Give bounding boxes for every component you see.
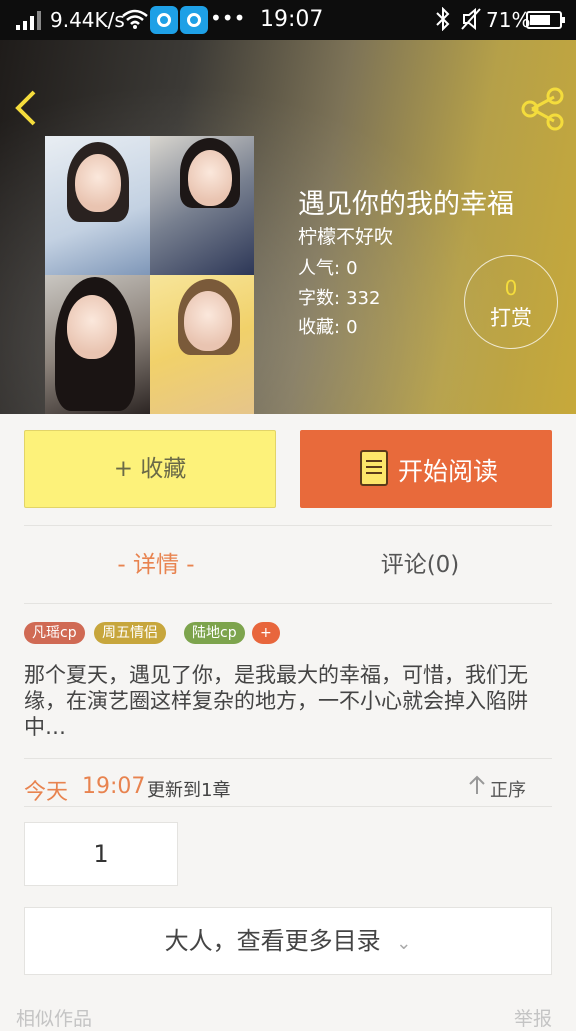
reward-count: 0 — [504, 276, 518, 300]
more-notifications-icon: ••• — [210, 6, 246, 30]
battery-percentage: 71% — [486, 8, 531, 32]
book-cover[interactable] — [45, 136, 254, 414]
divider — [24, 806, 552, 807]
cover-photo — [149, 136, 254, 275]
similar-works-heading: 相似作品 — [16, 1008, 93, 1030]
divider — [24, 525, 552, 526]
wifi-icon — [122, 9, 148, 29]
signal-icon — [16, 11, 41, 30]
add-tag-button[interactable]: + — [252, 622, 280, 644]
favorites-stat: 收藏: 0 — [298, 317, 358, 338]
tab-comments[interactable]: 评论(0) — [288, 545, 552, 579]
book-author[interactable]: 柠檬不好吹 — [298, 222, 393, 249]
app-notification-icon — [150, 6, 178, 34]
cover-photo — [45, 136, 150, 275]
chevron-left-icon — [15, 90, 36, 126]
divider — [24, 758, 552, 759]
start-reading-label: 开始阅读 — [398, 457, 499, 486]
add-to-favorites-button[interactable]: + 收藏 — [24, 430, 276, 508]
app-notification-icon — [180, 6, 208, 34]
tag[interactable]: 凡瑶cp — [24, 622, 85, 644]
view-more-catalog-label: 大人，查看更多目录 — [164, 927, 381, 955]
sort-order-button[interactable]: 正序 — [469, 775, 526, 802]
back-button[interactable] — [12, 88, 52, 132]
report-button[interactable]: 举报 — [514, 1004, 552, 1031]
chapter-item[interactable]: 1 — [24, 822, 178, 886]
share-icon — [521, 87, 564, 131]
divider — [24, 603, 552, 604]
view-more-catalog-button[interactable]: 大人，查看更多目录 ⌄ — [24, 907, 552, 975]
word-count-stat: 字数: 332 — [298, 288, 381, 309]
vibrate-off-icon — [461, 7, 481, 31]
bluetooth-icon — [436, 7, 450, 31]
book-description: 那个夏天，遇见了你，是我最大的幸福，可惜，我们无缘，在演艺圈这样复杂的地方，一不… — [24, 663, 528, 739]
reward-label: 打赏 — [490, 306, 532, 330]
reward-button[interactable]: 0 打赏 — [464, 255, 558, 349]
share-button[interactable] — [520, 86, 566, 132]
cover-photo — [45, 275, 150, 414]
arrow-up-icon — [469, 775, 485, 794]
network-speed: 9.44K/s — [50, 8, 125, 32]
update-day: 今天 — [24, 780, 69, 805]
tag[interactable]: 陆地cp — [184, 622, 245, 644]
update-info: 更新到1章 — [147, 780, 231, 801]
status-bar: 9.44K/s ••• 19:07 71% — [0, 0, 576, 40]
tab-detail[interactable]: - 详情 - — [24, 545, 288, 579]
popularity-stat: 人气: 0 — [298, 258, 358, 279]
start-reading-button[interactable]: 开始阅读 — [300, 430, 552, 508]
cover-photo — [149, 275, 254, 414]
chevron-down-icon: ⌄ — [396, 933, 412, 954]
battery-icon — [526, 11, 565, 29]
clock: 19:07 — [260, 7, 324, 32]
book-icon — [360, 450, 388, 486]
update-time: 19:07 — [82, 774, 146, 799]
sort-order-label: 正序 — [490, 780, 526, 801]
book-title: 遇见你的我的幸福 — [298, 189, 514, 220]
book-header: 遇见你的我的幸福 柠檬不好吹 人气: 0 字数: 332 收藏: 0 0 打赏 — [0, 40, 576, 414]
tag[interactable]: 周五情侣 — [94, 622, 166, 644]
